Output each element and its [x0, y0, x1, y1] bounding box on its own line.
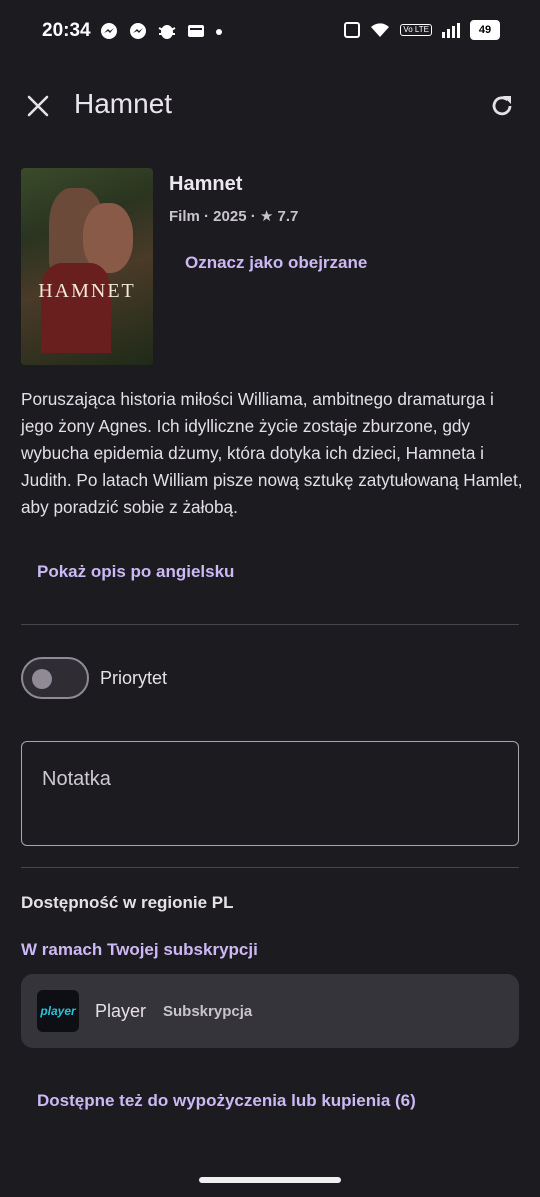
refresh-icon[interactable] — [488, 92, 516, 120]
bug-icon — [158, 25, 176, 39]
movie-title: Hamnet — [169, 173, 243, 195]
provider-type: Subskrypcja — [163, 1003, 253, 1020]
toggle-knob — [32, 669, 52, 689]
messenger-icon — [130, 23, 146, 39]
player-logo-icon: player — [37, 990, 79, 1032]
close-icon[interactable] — [24, 92, 52, 120]
mark-watched-button[interactable]: Oznacz jako obejrzane — [185, 253, 367, 273]
status-right-icons: Vo LTE 49 — [344, 20, 500, 40]
wifi-icon — [371, 23, 390, 37]
movie-poster[interactable]: HAMNET — [21, 168, 153, 365]
signal-icon — [442, 23, 460, 38]
availability-heading: Dostępność w regionie PL — [21, 893, 234, 912]
subscription-link[interactable]: W ramach Twojej subskrypcji — [21, 940, 258, 960]
home-indicator[interactable] — [199, 1177, 341, 1183]
divider — [21, 867, 519, 868]
note-field[interactable]: Notatka — [21, 741, 519, 846]
volte-icon: Vo LTE — [400, 24, 432, 36]
poster-title-text: HAMNET — [38, 280, 136, 302]
provider-name: Player — [95, 1001, 147, 1021]
battery-icon: 49 — [470, 20, 500, 40]
notification-dot-icon — [216, 29, 222, 35]
priority-label: Priorytet — [100, 668, 168, 688]
wallet-icon — [188, 25, 204, 37]
note-placeholder: Notatka — [42, 768, 111, 790]
page-title: Hamnet — [74, 88, 173, 119]
status-time: 20:34 — [42, 20, 91, 41]
movie-description: Poruszająca historia miłości Williama, a… — [21, 389, 523, 517]
rent-buy-link[interactable]: Dostępne też do wypożyczenia lub kupieni… — [37, 1091, 416, 1111]
divider — [21, 624, 519, 625]
messenger-icon — [101, 23, 117, 39]
priority-toggle[interactable] — [21, 657, 89, 699]
movie-meta: Film · 2025 · ★ 7.7 — [169, 208, 299, 225]
provider-card-player[interactable]: player Player Subskrypcja — [21, 974, 519, 1048]
poster-figure — [41, 263, 111, 353]
nfc-icon — [344, 22, 361, 38]
show-english-description-link[interactable]: Pokaż opis po angielsku — [37, 562, 234, 582]
